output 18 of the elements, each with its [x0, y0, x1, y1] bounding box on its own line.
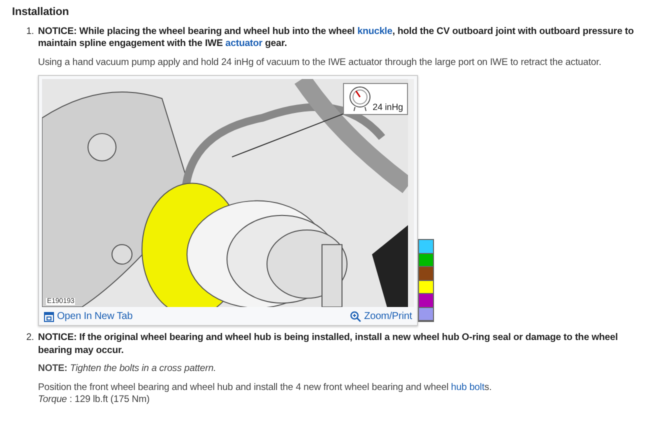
instruction-text: Using a hand vacuum pump apply and hold 24 inHg of vacuum to the IWE actuator through the large port on IWE to retract the actuator.	[38, 56, 602, 70]
gauge-icon	[348, 86, 372, 112]
zoom-icon	[350, 311, 362, 322]
step-number: 1.	[25, 26, 34, 39]
instruction-text: Position the front wheel bearing and wheel hub and install the 4 new front wheel bearing and wheel hub bolts.	[38, 382, 493, 394]
step-number: 2.	[25, 332, 34, 346]
torque-spec: Torque : 129 lb.ft (175 Nm)	[38, 394, 151, 407]
section-title: Installation	[12, 6, 70, 18]
zoom-print-link[interactable]: Zoom/Print	[350, 311, 412, 322]
gauge-label: 24 inHg	[372, 102, 403, 112]
link[interactable]: knuckle	[357, 26, 392, 37]
note-text: NOTE: Tighten the bolts in a cross pattern.	[38, 363, 218, 376]
notice-text: NOTICE: If the original wheel bearing and wheel hub is being installed, install a new wheel hub O-ring seal or damage to the wheel bearing may occur.	[38, 332, 619, 358]
link[interactable]: actuator	[225, 38, 262, 50]
new-tab-icon	[44, 312, 54, 322]
open-new-tab-link[interactable]: Open In New Tab	[44, 311, 133, 322]
notice-text: NOTICE: While placing the wheel bearing and wheel hub into the wheel knuckle, hold the CV outboard joint with outboard pressure to maintain spline engagement with the IWE actuator gear.	[38, 26, 635, 51]
link[interactable]: hub bolt	[451, 382, 484, 393]
